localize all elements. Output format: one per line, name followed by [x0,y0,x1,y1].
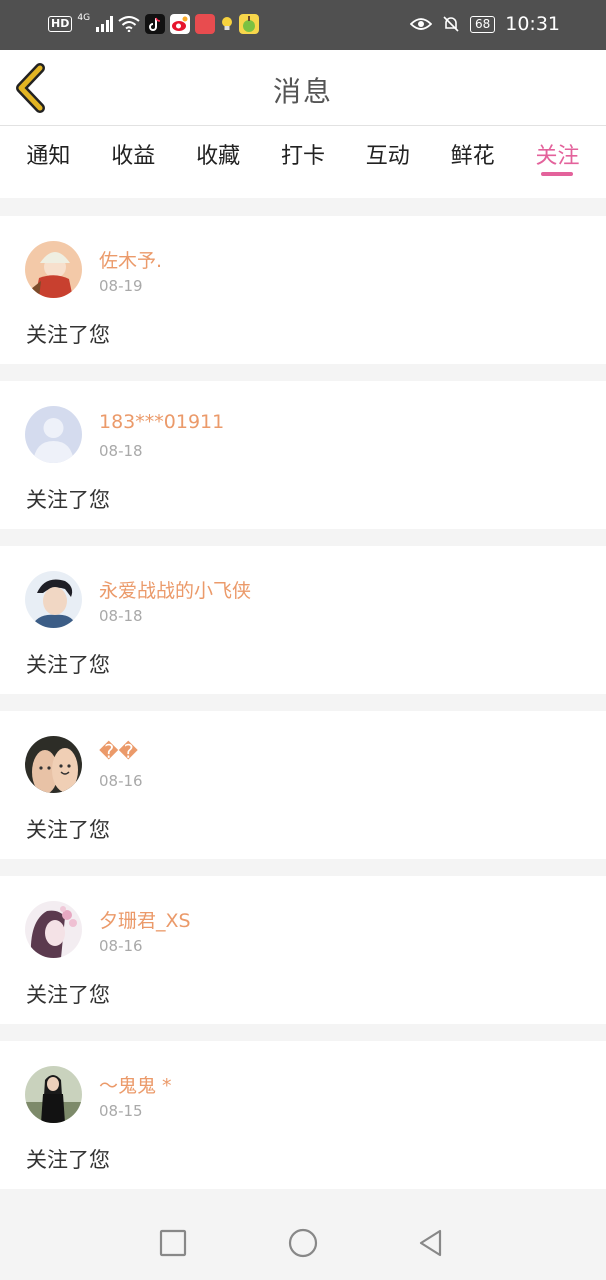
message-date: 08-15 [99,1102,143,1120]
message-date: 08-16 [99,772,143,790]
message-date: 08-18 [99,442,143,460]
list-item[interactable]: 夕珊君_XS 08-16 关注了您 [0,876,606,1024]
clock: 10:31 [505,13,560,35]
message-text: 关注了您 [26,1148,110,1172]
tab-favorites[interactable]: 收藏 [196,126,240,198]
username[interactable]: ～鬼鬼 * [99,1071,172,1098]
list-item[interactable]: 183***01911 08-18 关注了您 [0,381,606,529]
recent-apps-button[interactable] [157,1227,189,1259]
username[interactable]: 永爱战战的小飞侠 [99,576,251,603]
avatar[interactable] [25,736,82,793]
avatar[interactable] [25,901,82,958]
list-item[interactable]: 永爱战战的小飞侠 08-18 关注了您 [0,546,606,694]
username[interactable]: 183***01911 [99,411,224,433]
avatar[interactable] [25,241,82,298]
avatar[interactable] [25,1066,82,1123]
message-text: 关注了您 [26,983,110,1007]
message-text: 关注了您 [26,323,110,347]
wifi-icon [118,16,140,32]
tiktok-app-icon [145,14,166,34]
avatar[interactable] [25,406,82,463]
home-button[interactable] [287,1227,319,1259]
status-bar: HD 4G 68 10:31 [0,0,606,50]
list-item[interactable]: 佐木予. 08-19 关注了您 [0,216,606,364]
tab-flowers[interactable]: 鲜花 [451,126,495,198]
message-text: 关注了您 [26,818,110,842]
header: 消息 [0,50,606,126]
page-title: 消息 [272,75,333,108]
pear-app-icon [239,14,260,34]
red-app-icon [195,14,216,34]
eye-icon [409,18,432,30]
battery-icon: 68 [469,15,496,33]
tab-follow[interactable]: 关注 [535,126,579,198]
tab-bar: 通知 收益 收藏 打卡 互动 鲜花 关注 [0,126,606,198]
tab-notification[interactable]: 通知 [26,126,70,198]
list-item[interactable]: �� 08-16 关注了您 [0,711,606,859]
list-item[interactable]: ～鬼鬼 * 08-15 关注了您 [0,1041,606,1189]
username[interactable]: 夕珊君_XS [99,906,191,933]
back-nav-button[interactable] [415,1227,447,1259]
mute-bell-icon [443,16,459,32]
status-left: HD 4G [48,13,260,34]
message-date: 08-18 [99,607,143,625]
network-type: 4G [77,13,91,23]
tab-earnings[interactable]: 收益 [111,126,155,198]
navigation-bar [0,1205,606,1280]
bulb-icon [222,17,233,30]
message-date: 08-16 [99,937,143,955]
message-text: 关注了您 [26,488,110,512]
signal-icon [96,16,114,32]
status-right: 68 10:31 [409,13,560,35]
message-list: 佐木予. 08-19 关注了您 183***01911 08-18 关注了您 永… [0,216,606,1206]
tab-interaction[interactable]: 互动 [366,126,410,198]
username[interactable]: �� [99,741,138,763]
tab-checkin[interactable]: 打卡 [281,126,325,198]
username[interactable]: 佐木予. [99,246,162,273]
weibo-app-icon [170,14,191,34]
avatar[interactable] [25,571,82,628]
message-date: 08-19 [99,277,143,295]
hd-badge: HD [48,16,73,32]
message-text: 关注了您 [26,653,110,677]
